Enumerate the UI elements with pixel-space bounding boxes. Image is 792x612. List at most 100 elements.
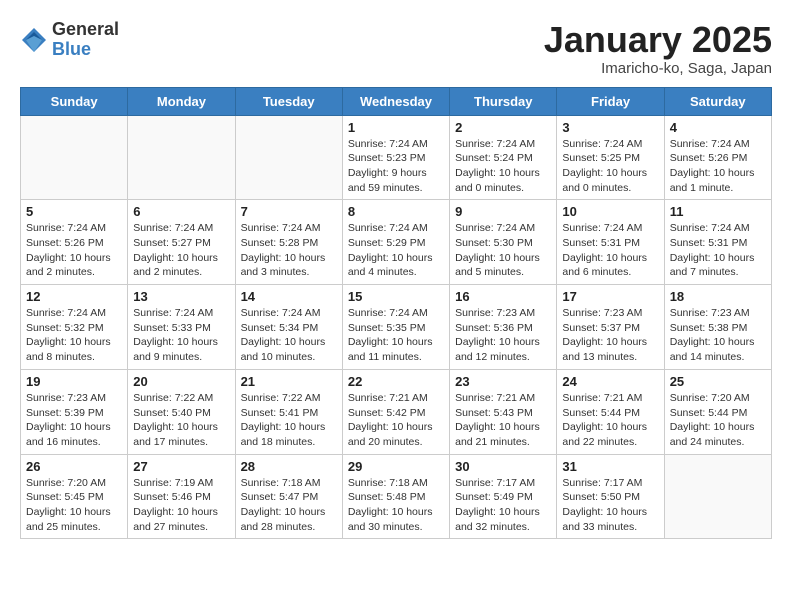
calendar-cell: 6Sunrise: 7:24 AM Sunset: 5:27 PM Daylig…: [128, 200, 235, 285]
day-info: Sunrise: 7:21 AM Sunset: 5:42 PM Dayligh…: [348, 391, 444, 450]
calendar-cell: 24 Sunrise: 7:21 AM Sunset: 5:44 PM Dayli…: [557, 369, 664, 454]
day-number: 6: [133, 204, 229, 219]
day-info: Sunrise: 7:21 AM Sunset: 5:44 PM Dayligh…: [562, 391, 658, 450]
day-info: Sunrise: 7:18 AM Sunset: 5:48 PM Dayligh…: [348, 476, 444, 535]
calendar-cell: [235, 115, 342, 200]
day-number: 7: [241, 204, 337, 219]
day-number: 19: [26, 374, 122, 389]
day-info: Sunrise: 7:24 AM Sunset: 5:25 PM Dayligh…: [562, 137, 658, 196]
calendar-week-row: 19 Sunrise: 7:23 AM Sunset: 5:39 PM Dayli…: [21, 369, 772, 454]
calendar-cell: 18 Sunrise: 7:23 AM Sunset: 5:38 PM Dayli…: [664, 285, 771, 370]
day-number: 10: [562, 204, 658, 219]
calendar-cell: 29 Sunrise: 7:18 AM Sunset: 5:48 PM Dayli…: [342, 454, 449, 539]
day-number: 21: [241, 374, 337, 389]
logo-blue: Blue: [52, 40, 119, 60]
day-info: Sunrise: 7:19 AM Sunset: 5:46 PM Dayligh…: [133, 476, 229, 535]
day-number: 29: [348, 459, 444, 474]
day-info: Sunrise: 7:24 AM Sunset: 5:30 PM Dayligh…: [455, 221, 551, 280]
day-info: Sunrise: 7:24 AM Sunset: 5:35 PM Dayligh…: [348, 306, 444, 365]
weekday-header: Monday: [128, 87, 235, 115]
calendar-cell: 19 Sunrise: 7:23 AM Sunset: 5:39 PM Dayli…: [21, 369, 128, 454]
day-info: Sunrise: 7:24 AM Sunset: 5:26 PM Dayligh…: [670, 137, 766, 196]
calendar-cell: 31Sunrise: 7:17 AM Sunset: 5:50 PM Dayli…: [557, 454, 664, 539]
day-info: Sunrise: 7:20 AM Sunset: 5:44 PM Dayligh…: [670, 391, 766, 450]
calendar-week-row: 1Sunrise: 7:24 AM Sunset: 5:23 PM Daylig…: [21, 115, 772, 200]
day-number: 22: [348, 374, 444, 389]
day-info: Sunrise: 7:18 AM Sunset: 5:47 PM Dayligh…: [241, 476, 337, 535]
calendar-cell: 2 Sunrise: 7:24 AM Sunset: 5:24 PM Daylig…: [450, 115, 557, 200]
calendar-cell: [21, 115, 128, 200]
calendar-cell: 9 Sunrise: 7:24 AM Sunset: 5:30 PM Daylig…: [450, 200, 557, 285]
day-number: 15: [348, 289, 444, 304]
day-info: Sunrise: 7:22 AM Sunset: 5:41 PM Dayligh…: [241, 391, 337, 450]
day-info: Sunrise: 7:23 AM Sunset: 5:38 PM Dayligh…: [670, 306, 766, 365]
calendar-cell: 27 Sunrise: 7:19 AM Sunset: 5:46 PM Dayli…: [128, 454, 235, 539]
logo-text: General Blue: [52, 20, 119, 60]
day-info: Sunrise: 7:23 AM Sunset: 5:39 PM Dayligh…: [26, 391, 122, 450]
day-info: Sunrise: 7:24 AM Sunset: 5:29 PM Dayligh…: [348, 221, 444, 280]
weekday-header: Saturday: [664, 87, 771, 115]
day-number: 5: [26, 204, 122, 219]
weekday-header: Thursday: [450, 87, 557, 115]
day-info: Sunrise: 7:17 AM Sunset: 5:50 PM Dayligh…: [562, 476, 658, 535]
day-number: 1: [348, 120, 444, 135]
calendar-cell: 20Sunrise: 7:22 AM Sunset: 5:40 PM Dayli…: [128, 369, 235, 454]
day-info: Sunrise: 7:24 AM Sunset: 5:34 PM Dayligh…: [241, 306, 337, 365]
day-number: 25: [670, 374, 766, 389]
day-number: 16: [455, 289, 551, 304]
day-number: 18: [670, 289, 766, 304]
weekday-header: Wednesday: [342, 87, 449, 115]
day-number: 13: [133, 289, 229, 304]
day-info: Sunrise: 7:24 AM Sunset: 5:28 PM Dayligh…: [241, 221, 337, 280]
calendar-cell: 5 Sunrise: 7:24 AM Sunset: 5:26 PM Daylig…: [21, 200, 128, 285]
calendar-week-row: 12 Sunrise: 7:24 AM Sunset: 5:32 PM Dayli…: [21, 285, 772, 370]
calendar-cell: 7 Sunrise: 7:24 AM Sunset: 5:28 PM Daylig…: [235, 200, 342, 285]
calendar-cell: 1Sunrise: 7:24 AM Sunset: 5:23 PM Daylig…: [342, 115, 449, 200]
calendar-cell: 10 Sunrise: 7:24 AM Sunset: 5:31 PM Dayli…: [557, 200, 664, 285]
calendar-week-row: 5 Sunrise: 7:24 AM Sunset: 5:26 PM Daylig…: [21, 200, 772, 285]
weekday-header: Friday: [557, 87, 664, 115]
calendar-cell: 12 Sunrise: 7:24 AM Sunset: 5:32 PM Dayli…: [21, 285, 128, 370]
day-info: Sunrise: 7:24 AM Sunset: 5:24 PM Dayligh…: [455, 137, 551, 196]
logo-icon: [20, 26, 48, 54]
weekday-header: Sunday: [21, 87, 128, 115]
day-number: 24: [562, 374, 658, 389]
logo-general: General: [52, 20, 119, 40]
day-number: 28: [241, 459, 337, 474]
day-info: Sunrise: 7:24 AM Sunset: 5:31 PM Dayligh…: [562, 221, 658, 280]
calendar-cell: 25 Sunrise: 7:20 AM Sunset: 5:44 PM Dayli…: [664, 369, 771, 454]
calendar-table: SundayMondayTuesdayWednesdayThursdayFrid…: [20, 87, 772, 540]
day-info: Sunrise: 7:24 AM Sunset: 5:32 PM Dayligh…: [26, 306, 122, 365]
calendar-cell: 15 Sunrise: 7:24 AM Sunset: 5:35 PM Dayli…: [342, 285, 449, 370]
title-block: January 2025 Imaricho-ko, Saga, Japan: [544, 20, 772, 77]
weekday-header-row: SundayMondayTuesdayWednesdayThursdayFrid…: [21, 87, 772, 115]
day-info: Sunrise: 7:21 AM Sunset: 5:43 PM Dayligh…: [455, 391, 551, 450]
calendar-cell: 13Sunrise: 7:24 AM Sunset: 5:33 PM Dayli…: [128, 285, 235, 370]
calendar-week-row: 26Sunrise: 7:20 AM Sunset: 5:45 PM Dayli…: [21, 454, 772, 539]
day-number: 27: [133, 459, 229, 474]
calendar-cell: [128, 115, 235, 200]
calendar-cell: 14Sunrise: 7:24 AM Sunset: 5:34 PM Dayli…: [235, 285, 342, 370]
calendar-cell: 21 Sunrise: 7:22 AM Sunset: 5:41 PM Dayli…: [235, 369, 342, 454]
day-number: 11: [670, 204, 766, 219]
day-number: 12: [26, 289, 122, 304]
calendar-cell: 26Sunrise: 7:20 AM Sunset: 5:45 PM Dayli…: [21, 454, 128, 539]
day-number: 4: [670, 120, 766, 135]
calendar-cell: 22 Sunrise: 7:21 AM Sunset: 5:42 PM Dayli…: [342, 369, 449, 454]
day-number: 30: [455, 459, 551, 474]
calendar-cell: 23Sunrise: 7:21 AM Sunset: 5:43 PM Dayli…: [450, 369, 557, 454]
location: Imaricho-ko, Saga, Japan: [544, 60, 772, 77]
month-title: January 2025: [544, 20, 772, 60]
day-info: Sunrise: 7:24 AM Sunset: 5:26 PM Dayligh…: [26, 221, 122, 280]
calendar-cell: 28 Sunrise: 7:18 AM Sunset: 5:47 PM Dayli…: [235, 454, 342, 539]
day-number: 17: [562, 289, 658, 304]
day-info: Sunrise: 7:24 AM Sunset: 5:31 PM Dayligh…: [670, 221, 766, 280]
calendar-cell: [664, 454, 771, 539]
calendar-cell: 16Sunrise: 7:23 AM Sunset: 5:36 PM Dayli…: [450, 285, 557, 370]
day-number: 9: [455, 204, 551, 219]
calendar-cell: 8Sunrise: 7:24 AM Sunset: 5:29 PM Daylig…: [342, 200, 449, 285]
day-number: 26: [26, 459, 122, 474]
weekday-header: Tuesday: [235, 87, 342, 115]
calendar-cell: 30Sunrise: 7:17 AM Sunset: 5:49 PM Dayli…: [450, 454, 557, 539]
day-number: 2: [455, 120, 551, 135]
